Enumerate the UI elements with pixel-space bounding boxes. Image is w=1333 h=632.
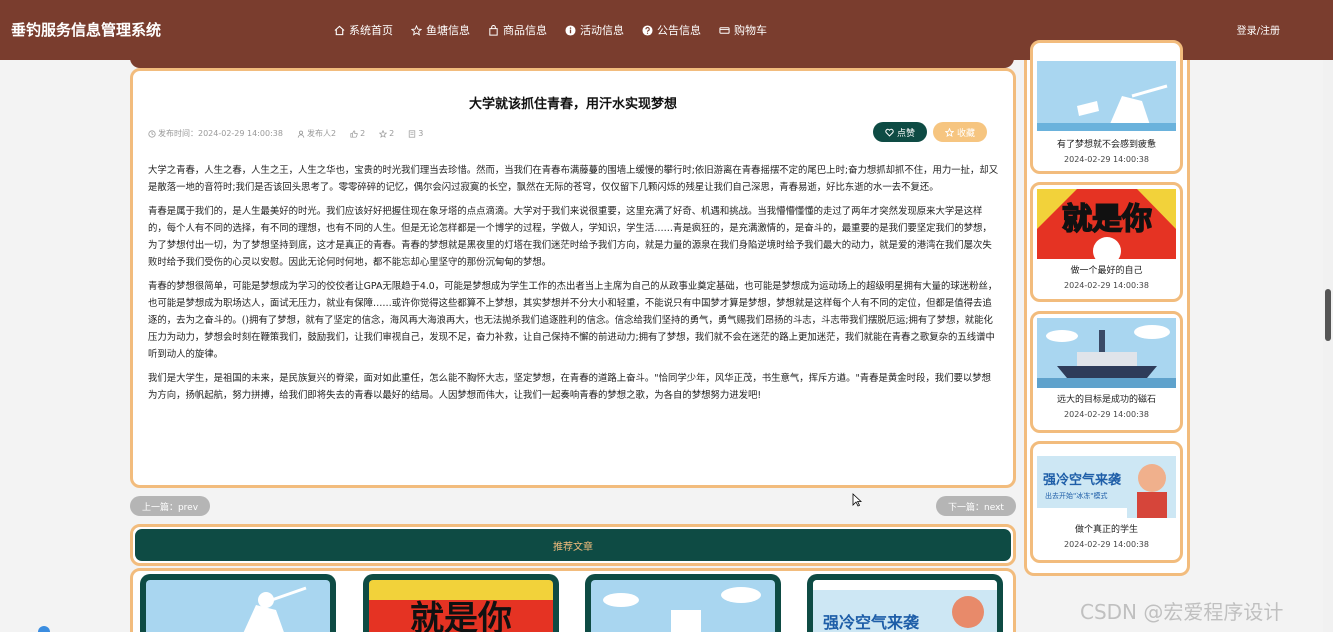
nav-item-fishpond[interactable]: 鱼塘信息: [411, 22, 470, 38]
meta-favs: 2: [379, 129, 401, 138]
article-title: 大学就该抓住青春，用汗水实现梦想: [468, 97, 677, 112]
sidebar-article-card[interactable]: 有了梦想就不会感到疲惫 2024-02-29 14:00:38: [1030, 40, 1183, 174]
jiushini-poster: 就是你: [369, 580, 553, 632]
prev-article-button[interactable]: 上一篇：prev: [130, 496, 210, 516]
login-register-link[interactable]: 登录/注册: [1237, 22, 1280, 37]
poster-text: 强冷空气来袭: [823, 613, 920, 632]
like-button[interactable]: 点赞: [873, 122, 927, 142]
recommend-section-header: 推荐文章: [130, 524, 1016, 566]
question-icon: [642, 24, 653, 36]
girl-book-illustration: [146, 580, 330, 632]
meta-author: 发布人2: [297, 128, 343, 139]
nav-label: 活动信息: [580, 24, 624, 37]
recommend-card[interactable]: [140, 574, 336, 632]
sidebar-article-date: 2024-02-29 14:00:38: [1064, 155, 1149, 164]
info-icon: [565, 24, 576, 36]
nav-item-notice[interactable]: 公告信息: [642, 22, 701, 38]
sidebar-article-card[interactable]: 强冷空气来袭出去开始"冰冻"模式 做个真正的学生 2024-02-29 14:0…: [1030, 441, 1183, 563]
sidebar-article-title: 做一个最好的自己: [1070, 266, 1143, 276]
article-paragraph: 我们是大学生，是祖国的未来，是民族复兴的脊梁，面对如此重任，怎么能不胸怀大志，坚…: [148, 373, 992, 401]
sidebar-article-date: 2024-02-29 14:00:38: [1064, 281, 1149, 290]
nav-label: 购物车: [734, 24, 767, 37]
article-paragraph: 大学之青春，人生之春，人生之王，人生之华也，宝贵的时光我们理当去珍惜。然而，当我…: [148, 165, 999, 193]
recommend-title: 推荐文章: [135, 529, 1011, 561]
nav-item-activity[interactable]: 活动信息: [565, 22, 624, 38]
poster-text: 就是你: [1062, 202, 1152, 237]
meta-likes: 2: [350, 129, 372, 138]
poster-subtext: 出去开始"冰冻"模式: [1045, 491, 1107, 500]
sidebar-article-title: 远大的目标是成功的磁石: [1056, 395, 1156, 405]
nav-item-cart[interactable]: 购物车: [719, 22, 767, 38]
meta-time: 发布时间：2024-02-29 14:00:38: [148, 128, 290, 139]
top-decor-bar: [130, 58, 1014, 68]
watermark: CSDN @宏爱程序设计: [1080, 600, 1284, 624]
nav-label: 商品信息: [503, 24, 547, 37]
sidebar-article-title: 做个真正的学生: [1074, 525, 1138, 535]
star-icon: [944, 127, 954, 137]
nav-label: 系统首页: [349, 24, 393, 37]
cold-air-poster: 强冷空气来袭: [813, 580, 997, 632]
recommend-card[interactable]: [585, 574, 781, 632]
article-meta: 发布时间：2024-02-29 14:00:38 发布人2 2 2 3: [148, 128, 437, 139]
clock-icon: [148, 129, 156, 138]
document-icon: [409, 129, 416, 138]
article-card: 大学就该抓住青春，用汗水实现梦想 发布时间：2024-02-29 14:00:3…: [130, 68, 1016, 488]
favorite-button[interactable]: 收藏: [933, 122, 987, 142]
home-icon: [334, 25, 345, 35]
user-icon: [297, 130, 305, 138]
girl-book-illustration: [1037, 61, 1176, 131]
star-icon: [411, 24, 422, 36]
star-icon: [379, 129, 388, 138]
ship-illustration: [1037, 318, 1176, 388]
poster-text: 就是你: [410, 599, 512, 632]
scrollbar-thumb[interactable]: [1325, 289, 1331, 341]
poster-text: 强冷空气来袭: [1043, 472, 1122, 488]
recommend-card[interactable]: 强冷空气来袭: [807, 574, 1003, 632]
sidebar-article-date: 2024-02-29 14:00:38: [1064, 410, 1149, 419]
bag-icon: [489, 24, 498, 36]
article-paragraph: 青春是属于我们的，是人生最美好的时光。我们应该好好把握住现在象牙塔的点点滴滴。大…: [148, 206, 992, 268]
nav-item-goods[interactable]: 商品信息: [488, 22, 547, 38]
sidebar-article-card[interactable]: 就是你 做一个最好的自己 2024-02-29 14:00:38: [1030, 182, 1183, 302]
main-nav: 系统首页 鱼塘信息 商品信息 活动信息 公告信息 购物车: [334, 0, 785, 60]
next-article-button[interactable]: 下一篇：next: [936, 496, 1016, 516]
meta-views: 3: [408, 129, 430, 138]
heart-icon: [885, 128, 894, 137]
cold-air-poster: 强冷空气来袭出去开始"冰冻"模式: [1037, 448, 1176, 518]
nav-label: 鱼塘信息: [426, 24, 470, 37]
ship-illustration: [591, 580, 775, 632]
sidebar-article-date: 2024-02-29 14:00:38: [1064, 540, 1149, 549]
mouse-cursor-icon: [852, 492, 863, 511]
recommend-card[interactable]: 就是你: [363, 574, 559, 632]
jiushini-poster: 就是你: [1037, 189, 1176, 259]
sidebar-article-title: 有了梦想就不会感到疲惫: [1056, 140, 1156, 150]
thumbs-up-icon: [350, 129, 358, 138]
nav-item-home[interactable]: 系统首页: [334, 22, 393, 38]
site-logo[interactable]: 垂钓服务信息管理系统: [11, 19, 161, 40]
floating-widget-icon[interactable]: [38, 626, 50, 632]
cart-icon: [719, 26, 730, 34]
nav-label: 公告信息: [657, 24, 701, 37]
article-content: 大学之青春，人生之春，人生之王，人生之华也，宝贵的时光我们理当去珍惜。然而，当我…: [148, 162, 1000, 411]
article-paragraph: 青春的梦想很简单，可能是梦想成为学习的佼佼者让GPA无限趋于4.0，可能是梦想成…: [148, 281, 998, 360]
sidebar-article-card[interactable]: 远大的目标是成功的磁石 2024-02-29 14:00:38: [1030, 311, 1183, 433]
page-scrollbar[interactable]: [1323, 60, 1333, 632]
